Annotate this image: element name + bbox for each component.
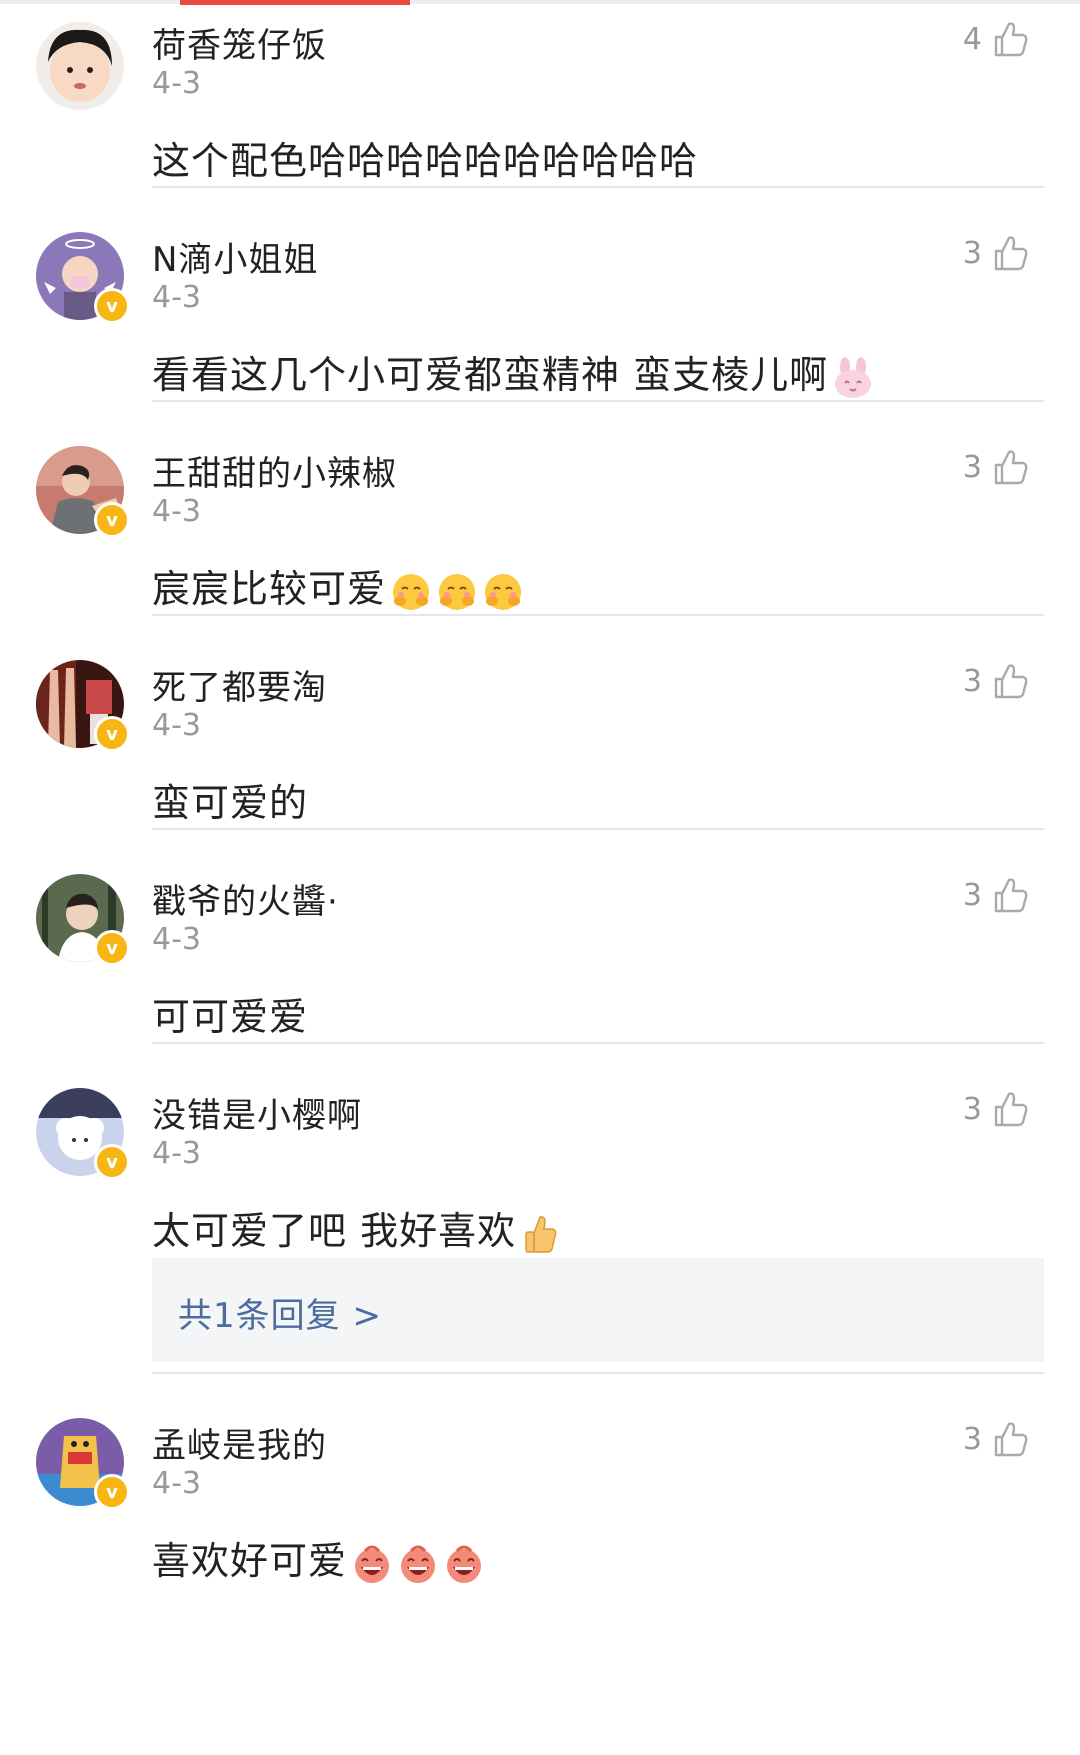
comment-text-content: 看看这几个小可爱都蛮精神 蛮支棱儿啊 [152,353,829,397]
comment-date: 4-3 [152,494,201,529]
comment-text: 太可爱了吧 我好喜欢 [152,1200,562,1255]
comment-date: 4-3 [152,66,201,101]
like-count: 3 [962,877,982,913]
hug-emoji-icon [485,573,522,610]
user-avatar[interactable]: v [36,660,130,752]
like-count: 3 [962,449,982,485]
comment-date: 4-3 [152,1466,201,1501]
comment-divider [152,1372,1044,1374]
avatar-cartoon-child-icon [36,22,124,110]
comment-text: 喜欢好可爱 [152,1530,485,1585]
comment-text: 看看这几个小可爱都蛮精神 蛮支棱儿啊 [152,344,874,399]
laughing-emoji-icon [401,1545,436,1583]
user-avatar[interactable]: v [36,232,130,324]
top-divider [0,0,1080,4]
comment-text: 蛮可爱的 [152,781,309,825]
comment-text-content: 宸宸比较可爱 [152,567,387,611]
comment-date: 4-3 [152,280,201,315]
comment-divider [152,1042,1044,1044]
username[interactable]: 死了都要淘 [152,660,327,709]
laughing-emoji-icon [355,1545,390,1583]
like-count: 3 [962,663,982,699]
user-avatar[interactable] [36,22,124,110]
comment-divider [152,186,1044,188]
verified-badge: v [94,1144,130,1180]
thumbs-up-icon [992,448,1028,486]
username[interactable]: 王甜甜的小辣椒 [152,446,397,495]
user-avatar[interactable]: v [36,1088,130,1180]
thumbs-up-icon [992,1420,1028,1458]
comment-divider [152,400,1044,402]
verified-badge: v [94,288,130,324]
username[interactable]: N滴小姐姐 [152,232,318,281]
username[interactable]: 没错是小樱啊 [152,1088,362,1137]
user-avatar[interactable]: v [36,446,130,538]
comment-date: 4-3 [152,922,201,957]
like-button[interactable]: 3 [963,448,1028,486]
comment-divider [152,614,1044,616]
thumbs-up-icon [992,234,1028,272]
laughing-emoji-icon [447,1545,482,1583]
comment-text-content: 太可爱了吧 我好喜欢 [152,1209,517,1253]
hug-emoji-icon [439,573,476,610]
verified-badge: v [94,716,130,752]
username[interactable]: 荷香笼仔饭 [152,18,327,67]
like-button[interactable]: 3 [963,662,1028,700]
like-button[interactable]: 4 [963,20,1028,58]
username[interactable]: 孟岐是我的 [152,1418,327,1467]
thumbs-up-icon [992,1090,1028,1128]
like-count: 4 [962,21,982,57]
reply-box[interactable]: 共1条回复 > [152,1258,1044,1362]
hug-emoji-icon [393,573,430,610]
user-avatar[interactable]: v [36,874,130,966]
user-avatar[interactable]: v [36,1418,130,1510]
like-count: 3 [962,235,982,271]
comment-text: 这个配色哈哈哈哈哈哈哈哈哈哈 [152,139,699,183]
thumbs-up-icon [992,20,1028,58]
like-button[interactable]: 3 [963,876,1028,914]
verified-badge: v [94,502,130,538]
like-button[interactable]: 3 [963,1420,1028,1458]
like-count: 3 [962,1421,982,1457]
bunny-emoji-icon [835,356,872,398]
comment-text: 宸宸比较可爱 [152,558,524,613]
comment-date: 4-3 [152,708,201,743]
comment-date: 4-3 [152,1136,201,1171]
like-button[interactable]: 3 [963,234,1028,272]
thumbs-up-icon [992,662,1028,700]
like-count: 3 [962,1091,982,1127]
like-button[interactable]: 3 [963,1090,1028,1128]
comment-text: 可可爱爱 [152,995,309,1039]
comment-divider [152,828,1044,830]
thumbs-up-emoji-icon [525,1215,557,1253]
username[interactable]: 戳爷的火醬· [152,874,339,923]
view-replies-link[interactable]: 共1条回复 > [178,1288,382,1337]
thumbs-up-icon [992,876,1028,914]
verified-badge: v [94,930,130,966]
verified-badge: v [94,1474,130,1510]
comment-text-content: 喜欢好可爱 [152,1539,348,1583]
active-tab-indicator [180,0,410,5]
